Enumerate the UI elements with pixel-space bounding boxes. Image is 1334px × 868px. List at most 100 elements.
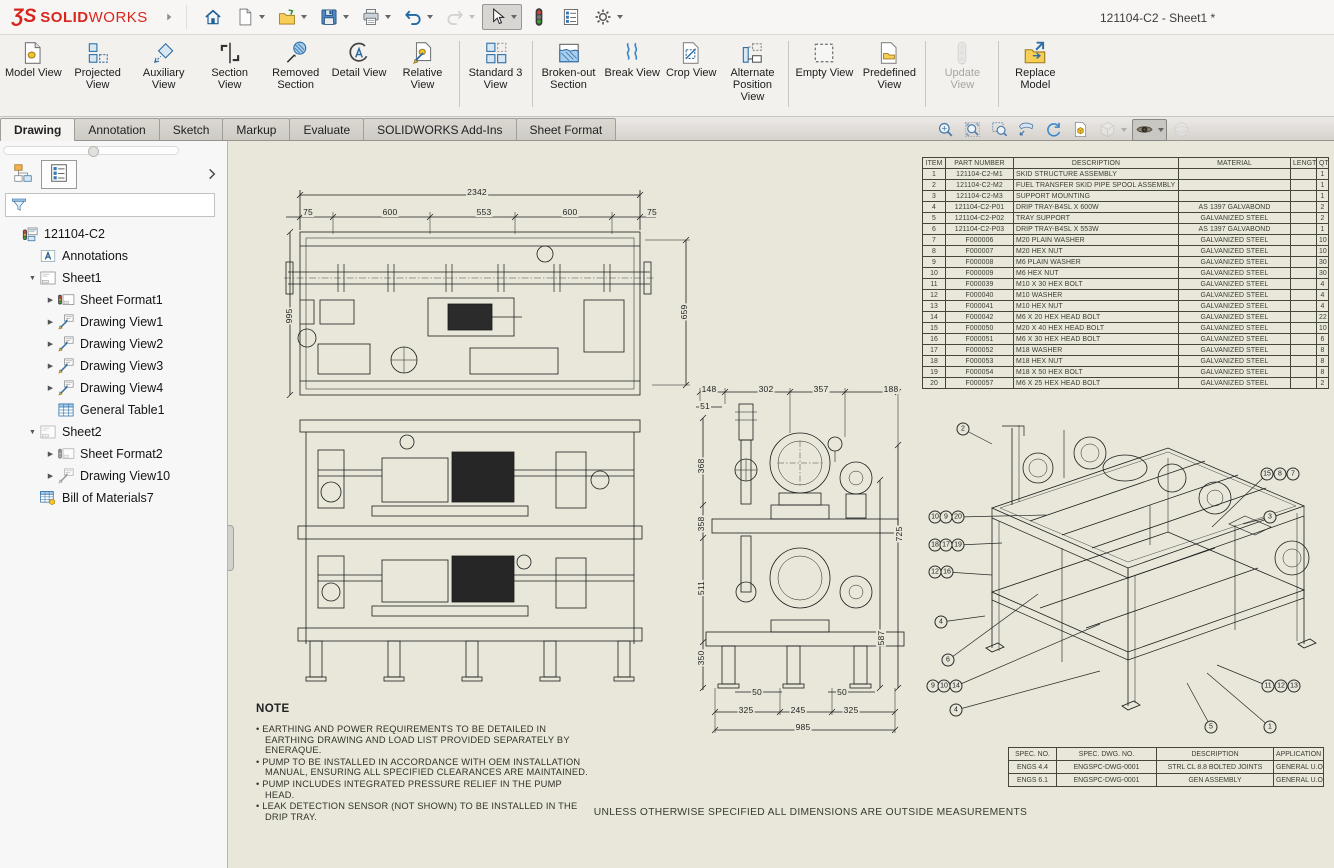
ribbon-button-detail-view[interactable]: Detail View bbox=[329, 39, 390, 80]
tree-item-drawing-view3[interactable]: ▶Drawing View3 bbox=[0, 355, 227, 377]
tab-drawing[interactable]: Drawing bbox=[0, 118, 75, 141]
ribbon-button-relative-view[interactable]: Relative View bbox=[390, 39, 456, 92]
tab-annotation[interactable]: Annotation bbox=[74, 118, 159, 140]
tree-item-annotations[interactable]: Annotations bbox=[0, 245, 227, 267]
tree-item-drawing-view1[interactable]: ▶Drawing View1 bbox=[0, 311, 227, 333]
item-balloon[interactable]: 16 bbox=[941, 566, 954, 579]
general-tolerance-note[interactable]: UNLESS OTHERWISE SPECIFIED ALL DIMENSION… bbox=[588, 807, 1033, 818]
item-balloon[interactable]: 11 bbox=[1262, 680, 1275, 693]
item-balloon[interactable]: 12 bbox=[1275, 680, 1288, 693]
dimension-label[interactable]: 358 bbox=[696, 516, 706, 533]
ribbon-button-standard-3-view[interactable]: Standard 3 View bbox=[463, 39, 529, 92]
display-pane-tab[interactable] bbox=[41, 160, 77, 189]
dimension-label[interactable]: 587 bbox=[876, 630, 886, 647]
item-balloon[interactable]: 5 bbox=[1205, 721, 1218, 734]
dimension-label[interactable]: 50 bbox=[836, 687, 848, 697]
expander-open-icon[interactable]: ▼ bbox=[26, 275, 39, 282]
dropdown-caret-icon[interactable] bbox=[617, 15, 623, 19]
spec-table[interactable]: SPEC. NO.SPEC. DWG. NO.DESCRIPTIONAPPLIC… bbox=[1008, 747, 1324, 787]
ribbon-button-crop-view[interactable]: Crop View bbox=[663, 39, 720, 80]
dimension-label[interactable]: 553 bbox=[476, 207, 493, 217]
tree-item-121104-c2[interactable]: 121104-C2 bbox=[0, 223, 227, 245]
zoom-to-area-button[interactable] bbox=[987, 119, 1012, 141]
zoom-to-fit-button[interactable] bbox=[960, 119, 985, 141]
dimension-label[interactable]: 995 bbox=[284, 308, 294, 325]
dropdown-caret-icon[interactable] bbox=[301, 15, 307, 19]
dimension-label[interactable]: 188 bbox=[883, 384, 900, 394]
bill-of-materials-table[interactable]: ITEMPART NUMBERDESCRIPTIONMATERIALLENGTH… bbox=[922, 157, 1329, 389]
dimension-label[interactable]: 725 bbox=[894, 526, 904, 543]
dimension-label[interactable]: 302 bbox=[758, 384, 775, 394]
dimension-label[interactable]: 350 bbox=[696, 650, 706, 667]
ribbon-button-model-view[interactable]: Model View bbox=[2, 39, 65, 80]
item-balloon[interactable]: 1 bbox=[1264, 721, 1277, 734]
tree-item-sheet1[interactable]: ▼Sheet1 bbox=[0, 267, 227, 289]
dimension-label[interactable]: 148 bbox=[701, 384, 718, 394]
item-balloon[interactable]: 13 bbox=[1288, 680, 1301, 693]
panel-scrollbar[interactable] bbox=[3, 146, 179, 155]
item-balloon[interactable]: 20 bbox=[952, 511, 965, 524]
ribbon-button-predefined-view[interactable]: Predefined View bbox=[856, 39, 922, 92]
tab-markup[interactable]: Markup bbox=[222, 118, 290, 140]
dimension-label[interactable]: 50 bbox=[751, 687, 763, 697]
ribbon-button-alternate-position-view[interactable]: Alternate Position View bbox=[719, 39, 785, 104]
select-button[interactable] bbox=[482, 4, 522, 30]
tree-item-drawing-view4[interactable]: ▶Drawing View4 bbox=[0, 377, 227, 399]
zoom-button[interactable] bbox=[933, 119, 958, 141]
expander-closed-icon[interactable]: ▶ bbox=[44, 318, 57, 326]
dropdown-caret-icon[interactable] bbox=[469, 15, 475, 19]
dropdown-caret-icon[interactable] bbox=[511, 15, 517, 19]
item-balloon[interactable]: 6 bbox=[942, 654, 955, 667]
tree-item-sheet-format1[interactable]: ▶Sheet Format1 bbox=[0, 289, 227, 311]
item-balloon[interactable]: 2 bbox=[957, 423, 970, 436]
dimension-label[interactable]: 325 bbox=[738, 705, 755, 715]
item-balloon[interactable]: 3 bbox=[1264, 511, 1277, 524]
xpress-products-button[interactable] bbox=[524, 4, 554, 30]
tree-item-drawing-view2[interactable]: ▶Drawing View2 bbox=[0, 333, 227, 355]
dimension-label[interactable]: 659 bbox=[679, 304, 689, 321]
expander-closed-icon[interactable]: ▶ bbox=[44, 296, 57, 304]
tab-sketch[interactable]: Sketch bbox=[159, 118, 224, 140]
dimension-label[interactable]: 600 bbox=[382, 207, 399, 217]
item-balloon[interactable]: 4 bbox=[950, 704, 963, 717]
expander-closed-icon[interactable]: ▶ bbox=[44, 472, 57, 480]
options-button[interactable] bbox=[588, 4, 628, 30]
expander-closed-icon[interactable]: ▶ bbox=[44, 362, 57, 370]
tree-item-general-table1[interactable]: General Table1 bbox=[0, 399, 227, 421]
dimension-label[interactable]: 511 bbox=[696, 580, 706, 596]
new-document-button[interactable] bbox=[230, 4, 270, 30]
3d-drawing-view-button[interactable] bbox=[1068, 119, 1093, 141]
menu-expand-arrow-icon[interactable] bbox=[162, 10, 176, 24]
print-button[interactable] bbox=[356, 4, 396, 30]
dimension-label[interactable]: 985 bbox=[795, 722, 812, 732]
tree-item-bill-of-materials7[interactable]: Bill of Materials7 bbox=[0, 487, 227, 509]
item-balloon[interactable]: 19 bbox=[952, 539, 965, 552]
tab-evaluate[interactable]: Evaluate bbox=[289, 118, 364, 140]
dropdown-caret-icon[interactable] bbox=[343, 15, 349, 19]
open-document-button[interactable] bbox=[272, 4, 312, 30]
ribbon-button-projected-view[interactable]: Projected View bbox=[65, 39, 131, 92]
dimension-label[interactable]: 51 bbox=[699, 401, 711, 411]
item-balloon[interactable]: 7 bbox=[1287, 468, 1300, 481]
ribbon-button-empty-view[interactable]: Empty View bbox=[792, 39, 856, 80]
expander-closed-icon[interactable]: ▶ bbox=[44, 340, 57, 348]
dropdown-caret-icon[interactable] bbox=[385, 15, 391, 19]
undo-button[interactable] bbox=[398, 4, 438, 30]
design-checker-button[interactable] bbox=[556, 4, 586, 30]
ribbon-button-broken-out-section[interactable]: Broken-out Section bbox=[536, 39, 602, 92]
dimension-label[interactable]: 245 bbox=[790, 705, 807, 715]
dimension-label[interactable]: 2342 bbox=[466, 187, 488, 197]
expander-closed-icon[interactable]: ▶ bbox=[44, 450, 57, 458]
home-button[interactable] bbox=[198, 4, 228, 30]
redraw-button[interactable] bbox=[1041, 119, 1066, 141]
dimension-label[interactable]: 368 bbox=[696, 458, 706, 475]
ribbon-button-break-view[interactable]: Break View bbox=[602, 39, 663, 80]
ribbon-button-replace-model[interactable]: Replace Model bbox=[1002, 39, 1068, 92]
item-balloon[interactable]: 14 bbox=[950, 680, 963, 693]
dimension-label[interactable]: 600 bbox=[562, 207, 579, 217]
dimension-label[interactable]: 357 bbox=[813, 384, 830, 394]
dimension-label[interactable]: 325 bbox=[843, 705, 860, 715]
tab-solidworks-add-ins[interactable]: SOLIDWORKS Add-Ins bbox=[363, 118, 516, 140]
dropdown-caret-icon[interactable] bbox=[1121, 128, 1127, 132]
tree-item-drawing-view10[interactable]: ▶Drawing View10 bbox=[0, 465, 227, 487]
